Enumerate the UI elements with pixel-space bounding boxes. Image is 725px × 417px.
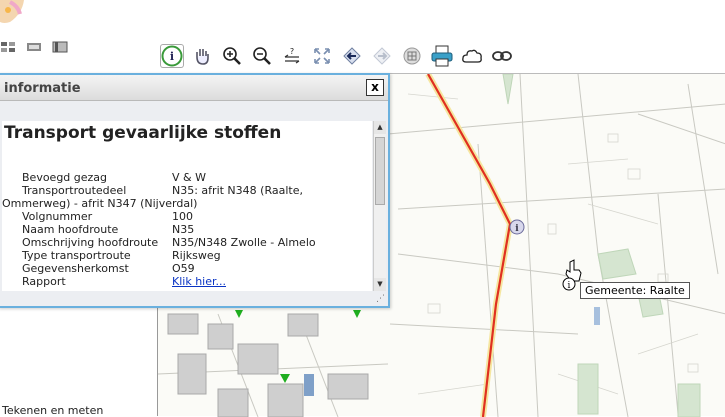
print-button[interactable] [430, 44, 454, 68]
attribute-row: Bevoegd gezag V & W [22, 171, 206, 184]
attribute-row: Naam hoofdroute N35 [22, 223, 195, 236]
layers-icon[interactable] [0, 38, 16, 52]
close-button[interactable]: x [366, 79, 384, 96]
svg-text:i: i [515, 224, 519, 234]
scroll-down-icon[interactable]: ▼ [374, 278, 386, 291]
query-button[interactable]: ? [280, 44, 304, 68]
back-button[interactable] [340, 44, 364, 68]
zoom-in-button[interactable] [220, 44, 244, 68]
scroll-up-icon[interactable]: ▲ [374, 121, 386, 134]
attribute-row: Rapport Klik hier... [22, 275, 226, 288]
print-icon [431, 45, 453, 67]
attribute-list: Bevoegd gezag V & W Transportroutedeel N… [2, 171, 372, 288]
attribute-row: Omschrijving hoofdroute N35/N348 Zwolle … [22, 236, 316, 249]
logo-icon [0, 0, 24, 23]
forward-button[interactable] [370, 44, 394, 68]
info-panel-scrollbar[interactable]: ▲ ▼ [373, 121, 386, 291]
map-toolbar: i ? [160, 42, 514, 70]
legend-icon[interactable] [26, 38, 42, 51]
map-tooltip: Gemeente: Raalte [580, 282, 690, 299]
info-panel-body: Transport gevaarlijke stoffen Bevoegd ge… [2, 121, 372, 291]
resize-grip-icon[interactable]: ⋰ [376, 294, 386, 304]
info-panel-title: informatie [4, 81, 81, 96]
report-link[interactable]: Klik hier... [172, 275, 226, 288]
info-tool-button[interactable]: i [160, 44, 184, 68]
scroll-thumb[interactable] [375, 137, 385, 205]
grid-icon [403, 47, 421, 65]
attribute-row: Volgnummer 100 [22, 210, 193, 223]
zoom-in-icon [223, 47, 241, 65]
feature-heading: Transport gevaarlijke stoffen [4, 123, 282, 143]
svg-text:i: i [170, 50, 174, 63]
svg-text:?: ? [290, 47, 294, 56]
attribute-row: Type transportroute Rijksweg [22, 249, 221, 262]
pan-hand-icon [196, 49, 209, 65]
cloud-icon [462, 49, 482, 63]
cloud-button[interactable] [460, 44, 484, 68]
attribute-row: Transportroutedeel N35: afrit N348 (Raal… [2, 184, 303, 210]
info-icon: i [161, 45, 183, 67]
zoom-out-icon [253, 47, 271, 65]
full-extent-button[interactable] [310, 44, 334, 68]
pan-button[interactable] [190, 44, 214, 68]
grid-button[interactable] [400, 44, 424, 68]
back-icon [343, 47, 361, 65]
link-chain-icon [492, 51, 512, 61]
zoom-out-button[interactable] [250, 44, 274, 68]
panel-icon[interactable] [52, 38, 68, 53]
attribute-row: Gegevensherkomst O59 [22, 262, 195, 275]
full-extent-icon [314, 48, 330, 64]
link-button[interactable] [490, 44, 514, 68]
forward-icon [373, 47, 391, 65]
svg-text:i: i [568, 281, 571, 291]
draw-measure-link[interactable]: Tekenen en meten [2, 404, 103, 417]
info-panel-header[interactable]: informatie x [0, 75, 388, 101]
info-panel: informatie x Transport gevaarlijke stoff… [0, 73, 390, 308]
query-icon: ? [284, 47, 300, 64]
